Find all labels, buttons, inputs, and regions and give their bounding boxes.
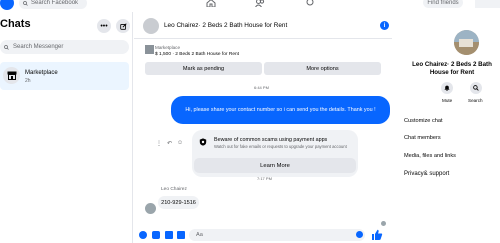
image-icon[interactable]	[165, 231, 173, 239]
new-message-button[interactable]	[116, 19, 130, 33]
facebook-logo-icon[interactable]	[0, 0, 14, 10]
warning-title: Beware of common scams using payment app…	[214, 137, 328, 143]
home-icon[interactable]	[206, 0, 216, 7]
customize-chat-item[interactable]: Customize chat	[404, 118, 443, 124]
thumbs-up-icon[interactable]	[371, 229, 383, 241]
reply-icon[interactable]: ↶	[167, 140, 172, 147]
messenger-search-placeholder: Search Messenger	[13, 44, 64, 50]
mute-button[interactable]	[441, 82, 453, 94]
sender-avatar[interactable]	[145, 203, 156, 214]
more-dots-icon: •••	[100, 22, 108, 30]
conversation-time: 2h	[25, 78, 31, 84]
search-icon	[473, 85, 479, 91]
seen-avatar	[381, 221, 386, 226]
chat-info-panel: Leo Chairez· 2 Beds 2 Bath House for Ren…	[393, 12, 500, 243]
media-files-links-item[interactable]: Media, files and links	[404, 153, 456, 159]
messenger-window: Search Facebook Find friends Chats ••• S…	[0, 0, 500, 243]
warning-subtitle: Watch out for fake emails or requests to…	[214, 144, 347, 149]
bell-icon	[444, 85, 450, 91]
profile-name: Leo Chairez· 2 Beds 2 Bath House for Ren…	[412, 61, 492, 77]
facebook-search-placeholder: Search Facebook	[31, 0, 79, 6]
emoji-icon[interactable]	[356, 231, 363, 238]
camera-icon[interactable]	[152, 231, 160, 239]
incoming-message[interactable]: 210-929-1516	[158, 196, 199, 209]
facebook-search-input[interactable]: Search Facebook	[19, 0, 87, 9]
react-icon[interactable]: ☺	[177, 140, 183, 147]
messenger-search-input[interactable]: Search Messenger	[0, 40, 129, 54]
message-timestamp: 7:17 PM	[257, 176, 272, 181]
mute-label: Mute	[442, 98, 453, 103]
sender-name: Leo Chairez	[161, 187, 187, 192]
scam-warning-card: Beware of common scams using payment app…	[192, 130, 358, 177]
message-input[interactable]: Aa	[189, 229, 365, 241]
shield-icon	[199, 138, 207, 146]
groups-icon[interactable]	[305, 0, 315, 7]
conversation-name: Marketplace	[25, 70, 58, 76]
search-label: Search	[468, 98, 483, 103]
chat-header: Leo Chairez· 2 Beds 2 Bath House for Ren…	[134, 12, 392, 39]
compose-icon	[119, 22, 127, 30]
profile-avatar[interactable]	[454, 30, 479, 55]
info-icon[interactable]: i	[380, 21, 389, 30]
mark-as-pending-button[interactable]: Mark as pending	[145, 62, 262, 75]
friends-icon[interactable]	[255, 0, 265, 7]
options-button[interactable]: •••	[97, 19, 111, 33]
chat-avatar[interactable]	[143, 18, 159, 34]
message-timestamp: 6:44 PM	[254, 85, 269, 90]
more-options-button[interactable]: More options	[264, 62, 381, 75]
gif-icon[interactable]	[177, 231, 185, 239]
listing-summary[interactable]: $ 1,500 · 2 Beds 2 Bath House for Rent	[155, 52, 239, 57]
outgoing-message[interactable]: Hi, please share your contact number so …	[171, 96, 390, 124]
more-vertical-icon[interactable]: ⋮	[156, 140, 162, 147]
learn-more-button[interactable]: Learn More	[194, 158, 356, 173]
listing-thumbnail[interactable]	[145, 45, 154, 54]
top-bar: Search Facebook Find friends	[0, 0, 500, 12]
privacy-support-item[interactable]: Privacy& support	[404, 171, 449, 177]
search-icon	[4, 44, 9, 50]
chat-pane: Leo Chairez· 2 Beds 2 Bath House for Ren…	[134, 12, 392, 243]
marketplace-avatar	[3, 67, 20, 84]
search-icon	[23, 0, 28, 6]
chats-heading: Chats	[0, 18, 31, 30]
marketplace-label: Marketplace	[155, 45, 181, 50]
find-friends-button[interactable]: Find friends	[423, 0, 463, 8]
composer: Aa	[134, 228, 392, 243]
marketplace-store-icon	[7, 71, 16, 80]
plus-icon[interactable]	[139, 231, 147, 239]
message-actions: ⋮ ↶ ☺	[156, 140, 183, 147]
chat-members-item[interactable]: Chat members	[404, 135, 441, 141]
search-in-chat-button[interactable]	[470, 82, 482, 94]
house-photo	[454, 30, 479, 55]
conversation-item-marketplace[interactable]: Marketplace 2h	[0, 62, 129, 90]
account-controls[interactable]	[475, 0, 500, 8]
chats-sidebar: Chats ••• Search Messenger Marketplace 2…	[0, 12, 133, 243]
chat-title[interactable]: Leo Chairez· 2 Beds 2 Bath House for Ren…	[164, 22, 287, 29]
